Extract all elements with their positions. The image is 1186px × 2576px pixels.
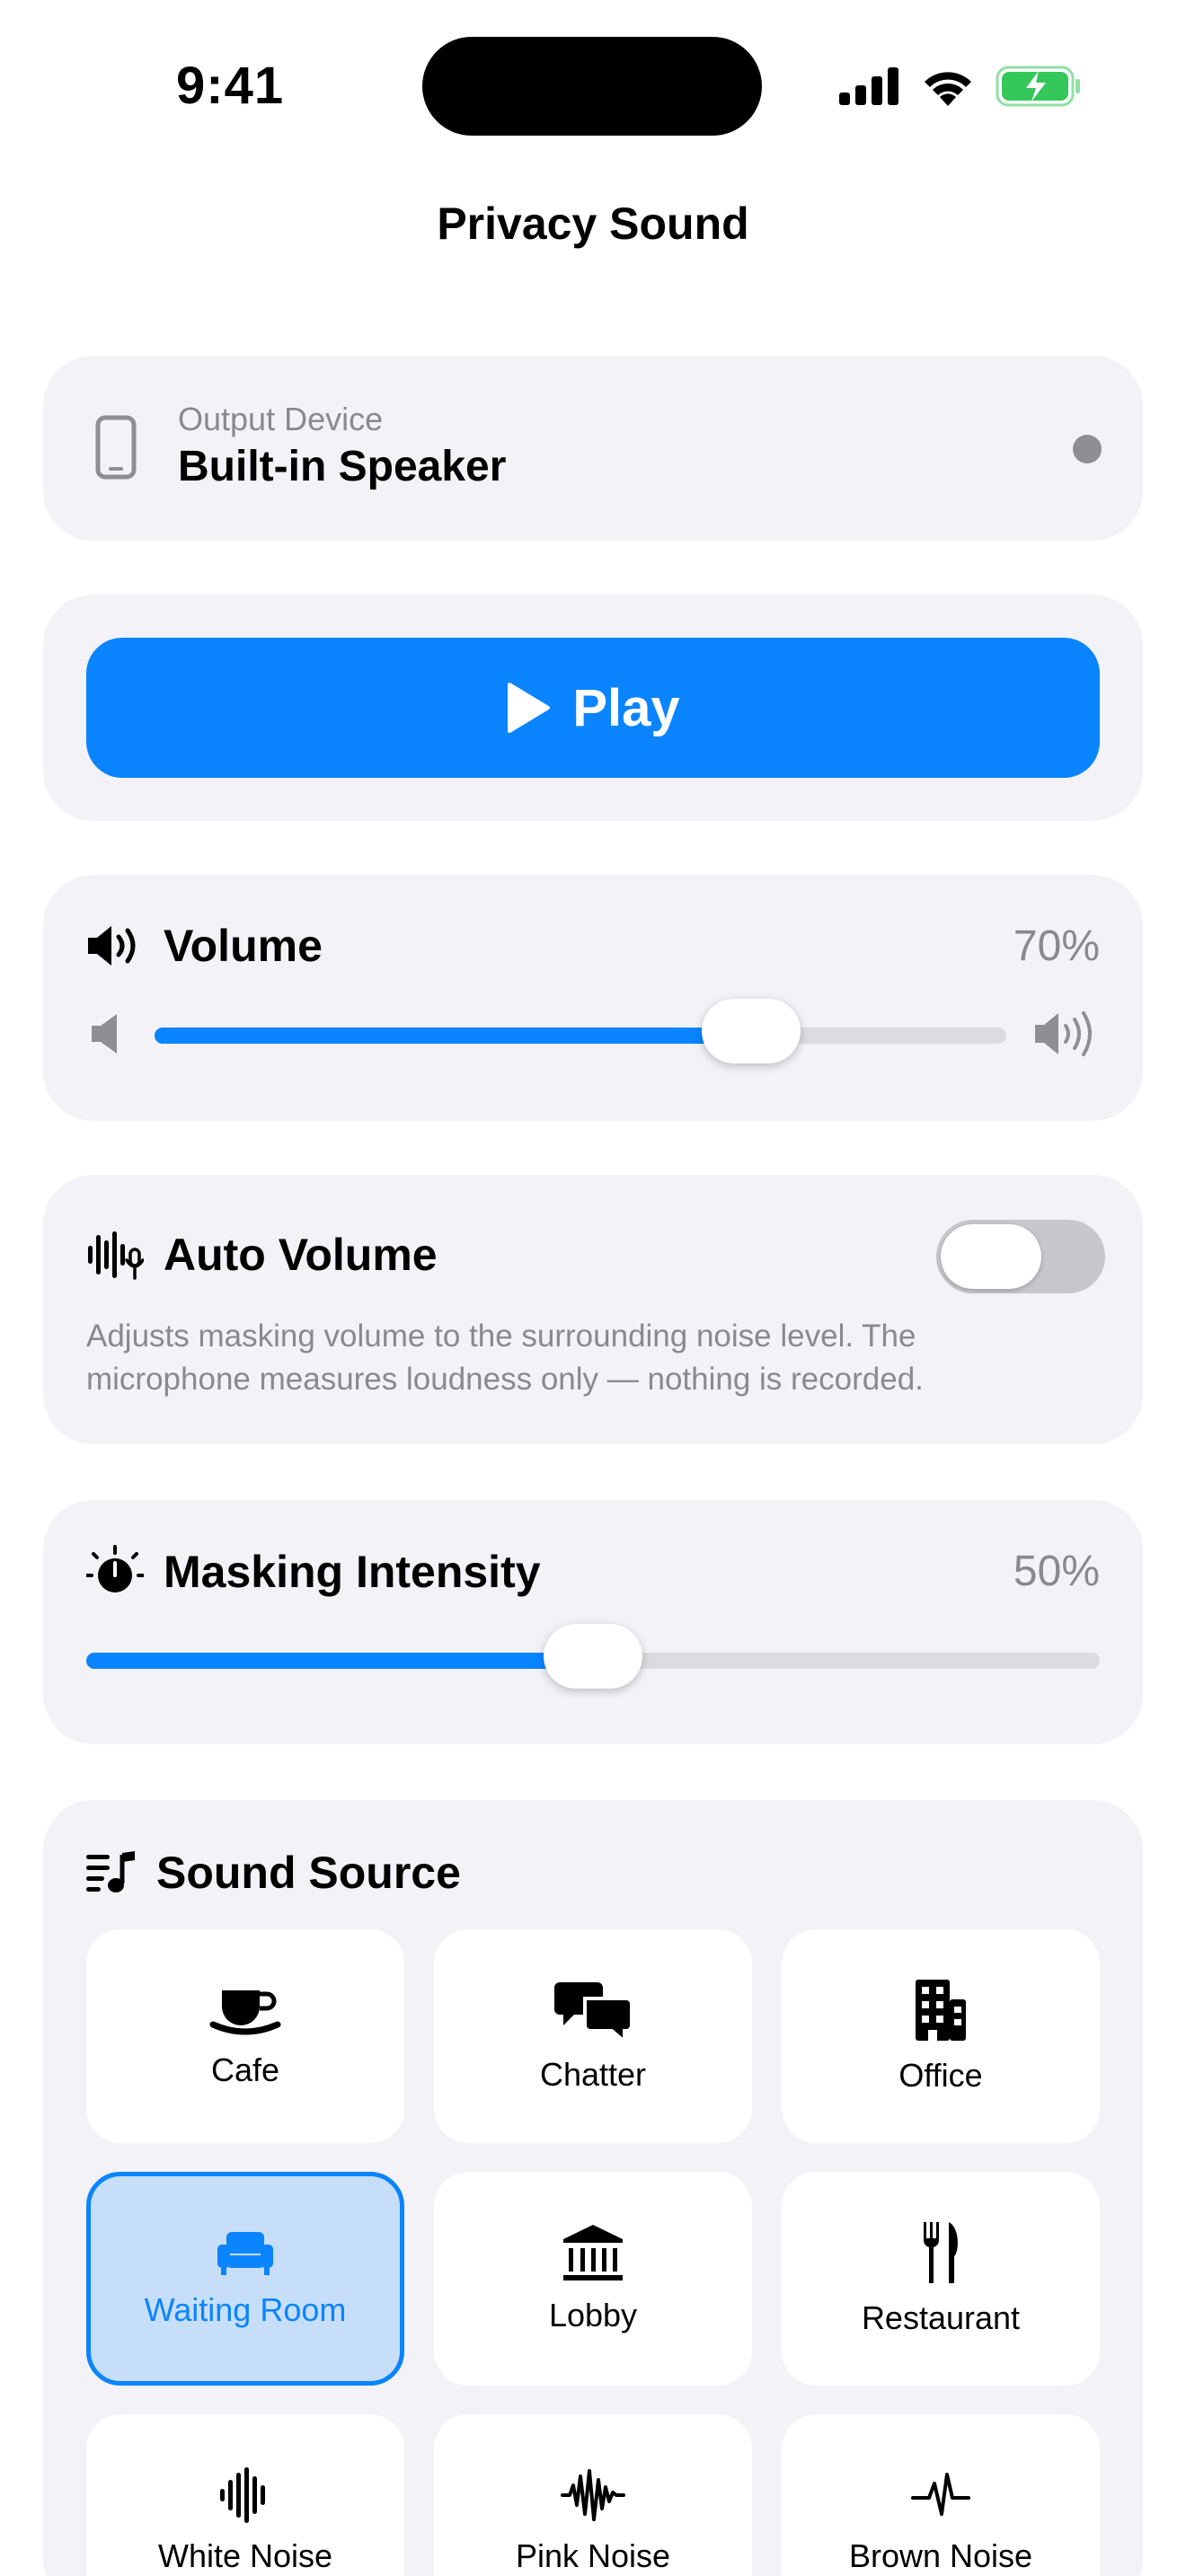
auto-volume-description: Adjusts masking volume to the surroundin… [86,1319,924,1397]
volume-slider-thumb[interactable] [701,999,801,1063]
source-tile-cafe[interactable]: Cafe [86,1929,404,2143]
tile-label: Office [898,2057,983,2094]
coffee-cup-icon [209,1990,281,2035]
waveform-mic-icon [88,1231,144,1280]
source-tile-chatter[interactable]: Chatter [434,1929,752,2143]
volume-slider-fill [155,1028,751,1044]
output-device-label: Output Device [178,401,384,437]
masking-header: Masking Intensity [86,1545,541,1599]
speaker-min-icon [92,1014,117,1054]
source-tile-brown-noise[interactable]: Brown Noise [782,2414,1100,2576]
play-label: Play [572,678,680,737]
fork-knife-icon [923,2222,958,2283]
chat-bubbles-icon [554,1982,632,2042]
tile-label: Lobby [548,2297,638,2333]
office-building-icon [916,1980,966,2041]
play-button[interactable]: Play [86,638,1100,778]
volume-slider[interactable] [155,999,1006,1063]
auto-volume-toggle[interactable] [936,1220,1105,1293]
output-device-card[interactable]: Output Device Built-in Speaker [43,356,1143,541]
volume-card: Volume 70% [43,875,1143,1121]
noise-wave-icon [561,2469,625,2521]
play-card: Play [43,595,1143,821]
masking-slider[interactable] [86,1624,1100,1689]
tile-label: Brown Noise [848,2537,1033,2574]
building-columns-icon [563,2225,623,2280]
source-tile-white-noise[interactable]: White Noise [86,2414,404,2576]
source-tile-waiting-room[interactable]: Waiting Room [86,2172,404,2386]
sound-source-title: Sound Source [156,1848,461,1898]
tile-label: Chatter [539,2056,647,2093]
phone-icon [95,415,137,480]
page-title: Privacy Sound [437,198,749,249]
waveform-icon [220,2467,265,2523]
masking-title: Masking Intensity [164,1547,541,1597]
sofa-icon [217,2232,273,2275]
tile-label: Waiting Room [144,2291,347,2328]
masking-slider-fill [86,1653,593,1669]
play-icon [508,683,551,733]
timer-gauge-icon [86,1545,144,1592]
sound-source-card: Sound Source Cafe Chatter Office Waiting… [43,1800,1143,2576]
speaker-volume-icon [88,926,136,966]
masking-slider-thumb[interactable] [544,1624,642,1689]
status-time: 9:41 [176,57,285,115]
battery-charging-icon [996,66,1080,107]
sound-source-header: Sound Source [86,1847,461,1899]
wifi-icon [925,72,971,106]
auto-volume-title: Auto Volume [164,1230,438,1280]
tile-label: Restaurant [861,2299,1021,2336]
volume-header: Volume [86,920,323,972]
toggle-knob [941,1224,1041,1289]
volume-title: Volume [164,921,323,971]
cellular-signal-icon [839,67,898,105]
tile-label: Pink Noise [515,2537,671,2574]
pulse-wave-icon [911,2473,970,2516]
status-icons [839,59,1082,113]
tile-label: White Noise [157,2537,333,2574]
source-tile-lobby[interactable]: Lobby [434,2172,752,2386]
volume-percent: 70% [1013,922,1100,970]
status-bar: 9:41 [0,0,1186,136]
auto-volume-card: Auto Volume Adjusts masking volume to th… [43,1175,1143,1444]
source-tile-restaurant[interactable]: Restaurant [782,2172,1100,2386]
masking-intensity-card: Masking Intensity 50% [43,1500,1143,1744]
source-tile-pink-noise[interactable]: Pink Noise [434,2414,752,2576]
output-status-dot [1073,435,1102,463]
auto-volume-header: Auto Volume [86,1229,438,1281]
dynamic-island [422,37,762,136]
music-list-icon [86,1851,135,1892]
source-tile-office[interactable]: Office [782,1929,1100,2143]
output-device-value: Built-in Speaker [178,443,507,490]
masking-percent: 50% [1013,1548,1100,1595]
tile-label: Cafe [210,2051,280,2088]
speaker-max-icon [1035,1011,1092,1056]
